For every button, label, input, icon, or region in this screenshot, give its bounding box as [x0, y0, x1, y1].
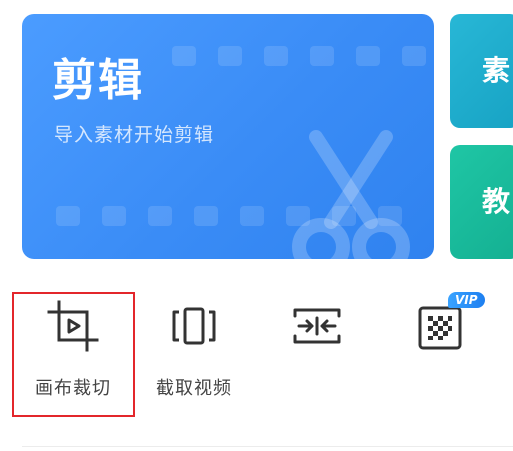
- film-strip-hole: [310, 46, 334, 66]
- trim-video-icon: [172, 307, 216, 345]
- edit-card-title: 剪辑: [52, 55, 144, 106]
- edit-card-subtitle: 导入素材开始剪辑: [54, 124, 215, 146]
- film-strip-hole: [218, 46, 242, 66]
- merge-icon: [293, 308, 341, 344]
- tool-trim-video-label: 截取视频: [156, 378, 232, 399]
- tutorial-card-label: 教: [482, 185, 511, 218]
- film-strip-hole: [402, 46, 426, 66]
- materials-card[interactable]: 素: [450, 14, 513, 128]
- film-strip-hole: [356, 46, 380, 66]
- tutorial-card[interactable]: 教: [450, 145, 513, 259]
- selection-highlight: [12, 292, 135, 417]
- film-strip-hole: [172, 46, 196, 66]
- film-strip-hole: [240, 206, 264, 226]
- film-strip-hole: [194, 206, 218, 226]
- vip-badge: VIP: [448, 292, 485, 308]
- tool-trim-video[interactable]: 截取视频: [139, 298, 249, 400]
- materials-card-label: 素: [482, 54, 511, 87]
- film-strip-hole: [102, 206, 126, 226]
- film-strip-hole: [56, 206, 80, 226]
- tool-mosaic[interactable]: [385, 298, 495, 374]
- film-strip-hole: [148, 206, 172, 226]
- edit-card[interactable]: 剪辑 导入素材开始剪辑: [22, 14, 434, 259]
- tool-merge[interactable]: [262, 298, 372, 374]
- divider: [22, 446, 513, 447]
- film-strip-hole: [264, 46, 288, 66]
- scissors-icon: [292, 130, 410, 259]
